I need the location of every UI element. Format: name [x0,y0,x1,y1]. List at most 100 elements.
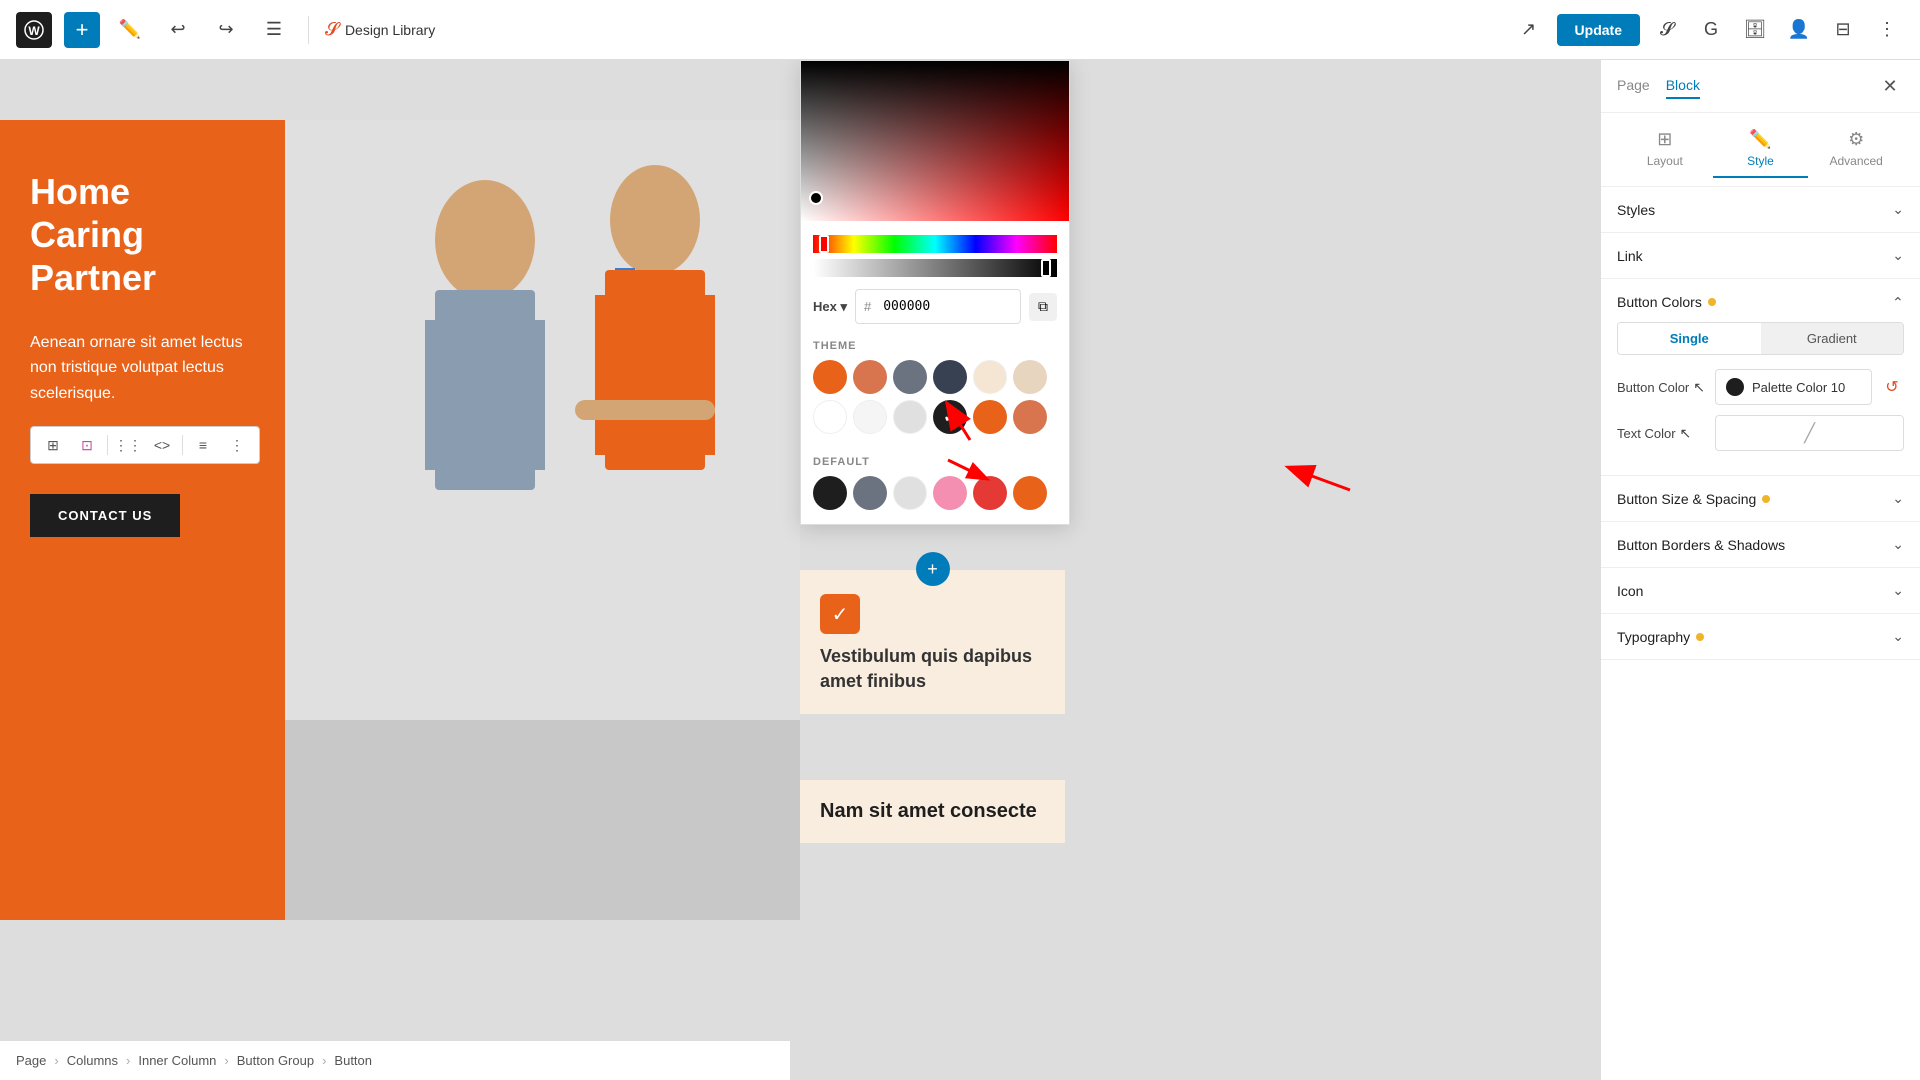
copy-icon[interactable]: ⧉ [1029,293,1057,321]
canvas-area: HomeCaringPartner Aenean ornare sit amet… [0,60,1600,1080]
button-color-value: Palette Color 10 [1752,380,1845,395]
swatch-white-2[interactable] [853,400,887,434]
drag-icon[interactable]: ⋮⋮ [114,431,142,459]
swatch-gray[interactable] [893,360,927,394]
breadcrumb-button[interactable]: Button [334,1053,372,1068]
typography-section: Typography ⌄ [1601,614,1920,660]
card-check-icon: ✓ [820,594,860,634]
tab-single[interactable]: Single [1618,323,1761,354]
grammarly-icon-button[interactable]: G [1694,13,1728,47]
strikingly-icon-button[interactable]: 𝓢 [1650,13,1684,47]
default-swatch-black[interactable] [813,476,847,510]
button-size-header[interactable]: Button Size & Spacing ⌄ [1617,490,1904,507]
close-sidebar-button[interactable]: ✕ [1876,72,1904,100]
add-block-btn[interactable]: + [916,552,950,586]
styles-section: Styles ⌄ [1601,187,1920,233]
button-colors-header[interactable]: Button Colors ⌄ [1617,293,1904,310]
view-toggle-button[interactable]: ⊟ [1826,13,1860,47]
more-options-button[interactable]: ⋮ [1870,13,1904,47]
button-colors-label: Button Colors [1617,294,1702,310]
toolbar-divider [308,16,309,44]
toolbar: W + ✏️ ↩ ↪ ☰ 𝓢 Design Library ↗ Update 𝓢… [0,0,1920,60]
breadcrumb-sep-4: › [322,1053,326,1068]
typography-label: Typography [1617,629,1690,645]
button-color-swatch-display[interactable]: Palette Color 10 [1715,369,1872,405]
nam-card: Nam sit amet consecte [800,780,1065,843]
default-swatch-red[interactable] [973,476,1007,510]
swatch-orange-4[interactable] [1013,400,1047,434]
swatch-orange-2[interactable] [853,360,887,394]
undo-button[interactable]: ↩ [160,12,196,48]
breadcrumb-inner-column[interactable]: Inner Column [138,1053,216,1068]
advanced-label: Advanced [1829,154,1882,168]
theme-swatches-row-1 [813,360,1057,394]
tab-style[interactable]: ✏️ Style [1713,121,1809,178]
tab-page[interactable]: Page [1617,73,1650,99]
styles-section-header[interactable]: Styles ⌄ [1617,201,1904,218]
tab-advanced[interactable]: ⚙ Advanced [1808,121,1904,178]
button-size-label: Button Size & Spacing [1617,491,1756,507]
advanced-icon: ⚙ [1848,129,1864,150]
default-swatch-orange[interactable] [1013,476,1047,510]
icon-section-header[interactable]: Icon ⌄ [1617,582,1904,599]
swatch-white-1[interactable] [813,400,847,434]
update-button[interactable]: Update [1557,14,1640,46]
breadcrumb-page[interactable]: Page [16,1053,46,1068]
text-color-text: Text Color [1617,426,1676,441]
default-swatch-pink[interactable] [933,476,967,510]
align-icon[interactable]: ⊞ [39,431,67,459]
more-icon[interactable]: ⋮ [223,431,251,459]
list-view-button[interactable]: ☰ [256,12,292,48]
code-icon[interactable]: <> [148,431,176,459]
link-label: Link [1617,248,1643,264]
profile-icon-button[interactable]: 👤 [1782,13,1816,47]
swatch-white-3[interactable] [893,400,927,434]
reset-button-color-icon[interactable]: ↺ [1880,375,1904,399]
typography-section-header[interactable]: Typography ⌄ [1617,628,1904,645]
contact-button[interactable]: CONTACT US [30,494,180,537]
hero-description: Aenean ornare sit amet lectus non tristi… [30,330,255,407]
select-icon[interactable]: ⊡ [73,431,101,459]
swatch-black-selected[interactable] [933,400,967,434]
swatch-orange-1[interactable] [813,360,847,394]
color-picker-controls: Hex ▾ # ⧉ [801,281,1069,332]
button-size-dot [1762,495,1770,503]
breadcrumb: Page › Columns › Inner Column › Button G… [0,1040,790,1080]
text-color-swatch-display[interactable]: ╱ [1715,415,1904,451]
hex-mode-selector[interactable]: Hex ▾ [813,299,847,315]
tab-block[interactable]: Block [1666,73,1700,99]
design-library-label: Design Library [345,22,435,38]
add-block-button[interactable]: + [64,12,100,48]
hue-thumb[interactable] [819,235,829,253]
default-swatch-light[interactable] [893,476,927,510]
design-library-link[interactable]: 𝓢 Design Library [325,19,435,40]
breadcrumb-button-group[interactable]: Button Group [237,1053,314,1068]
style-icon: ✏️ [1749,129,1771,150]
swatch-dark[interactable] [933,360,967,394]
alpha-bar[interactable] [813,259,1057,277]
swatch-peach-light[interactable] [973,360,1007,394]
justify-icon[interactable]: ≡ [189,431,217,459]
swatch-orange-3[interactable] [973,400,1007,434]
text-color-slash: ╱ [1804,423,1815,444]
color-gradient-area[interactable] [801,61,1069,221]
styles-title: Styles [1617,202,1655,218]
default-swatches-section: DEFAULT [801,448,1069,524]
button-borders-header[interactable]: Button Borders & Shadows ⌄ [1617,536,1904,553]
redo-button[interactable]: ↪ [208,12,244,48]
gradient-thumb[interactable] [809,191,823,205]
edit-icon-button[interactable]: ✏️ [112,12,148,48]
tab-gradient[interactable]: Gradient [1761,323,1904,354]
swatch-peach[interactable] [1013,360,1047,394]
alpha-thumb[interactable] [1041,259,1051,277]
hex-input[interactable] [875,294,1012,319]
preview-button[interactable]: ↗ [1511,12,1547,48]
breadcrumb-columns[interactable]: Columns [67,1053,118,1068]
hue-bar[interactable] [813,235,1057,253]
typography-chevron: ⌄ [1892,628,1904,645]
sidebar-tab-icons: ⊞ Layout ✏️ Style ⚙ Advanced [1601,113,1920,187]
default-swatch-gray[interactable] [853,476,887,510]
link-section-header[interactable]: Link ⌄ [1617,247,1904,264]
db-icon-button[interactable]: 🗄 [1738,13,1772,47]
tab-layout[interactable]: ⊞ Layout [1617,121,1713,178]
